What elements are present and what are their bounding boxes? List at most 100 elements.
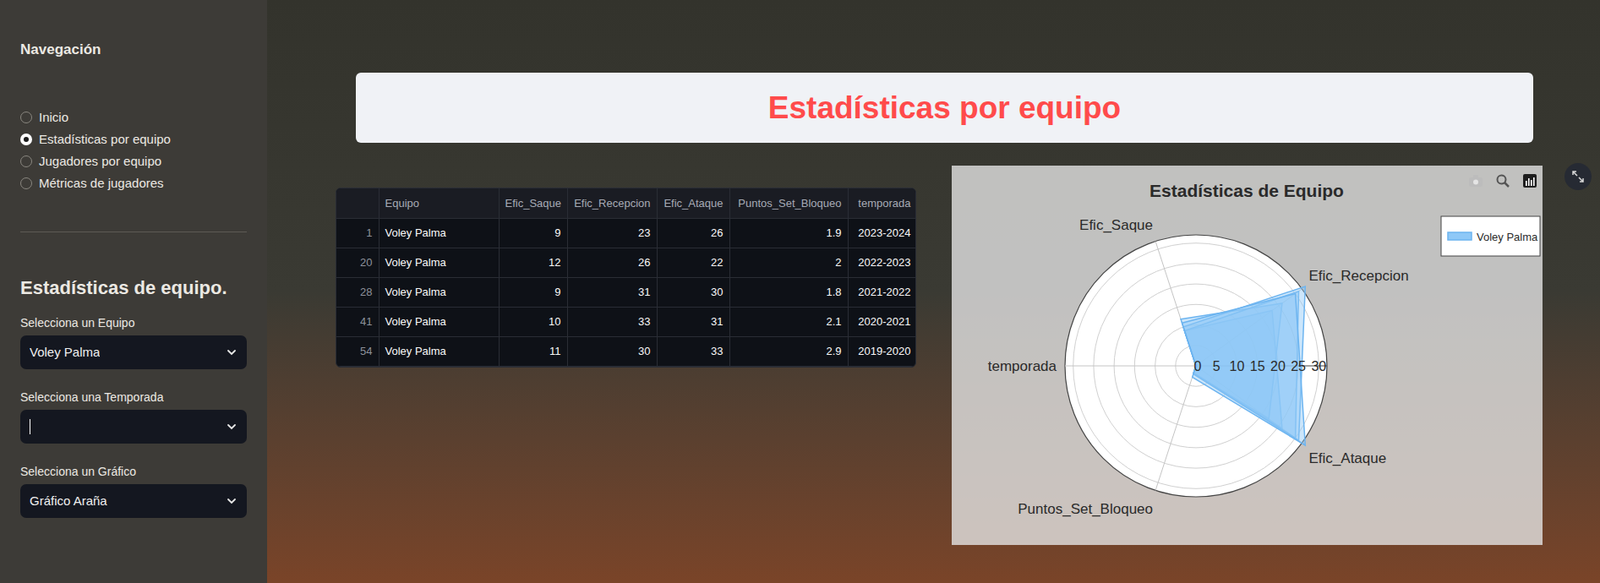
radial-tick: 5	[1212, 359, 1221, 374]
legend-box	[1441, 216, 1540, 257]
table-cell[interactable]: 30	[656, 277, 730, 307]
table-cell[interactable]: 33	[567, 306, 657, 337]
nav-label[interactable]: Jugadores por equipo	[38, 152, 162, 170]
table-cell[interactable]: 12	[498, 247, 568, 278]
table-cell[interactable]: 54	[336, 336, 379, 366]
table-cell[interactable]: 2021-2022	[847, 277, 917, 307]
series-polygon[interactable]	[1182, 294, 1306, 446]
fullscreen-button[interactable]	[1564, 163, 1592, 191]
nav-item[interactable]: Inicio	[20, 108, 247, 127]
select-box[interactable]: Gráfico Araña	[20, 484, 247, 519]
nav-radio-group: Inicio Estadísticas por equipo Jugadores p…	[20, 108, 247, 193]
table-cell[interactable]: 10	[498, 306, 568, 337]
select-box[interactable]: Voley Palma	[20, 335, 247, 370]
select-field: Selecciona un EquipoVoley Palma	[20, 315, 247, 370]
table-cell[interactable]: 41	[336, 306, 379, 337]
column-header[interactable]: Efic_Ataque	[656, 188, 730, 219]
camera-icon[interactable]	[1468, 174, 1483, 187]
nav-item[interactable]: Estadísticas por equipo	[20, 130, 247, 149]
chevron-down-icon[interactable]	[225, 420, 238, 433]
legend-label[interactable]: Voley Palma	[1476, 230, 1539, 244]
table-cell[interactable]: 2023-2024	[847, 218, 917, 248]
zoom-icon[interactable]	[1497, 175, 1510, 188]
table-row[interactable]: 54Voley Palma1130332.92019-2020	[336, 336, 917, 366]
table-cell[interactable]: Voley Palma	[378, 336, 499, 366]
column-header[interactable]: temporada	[847, 188, 917, 219]
text-caret	[29, 419, 31, 435]
table-cell[interactable]: 31	[656, 306, 730, 337]
radial-tick: 15	[1250, 359, 1266, 374]
table-cell[interactable]: Voley Palma	[378, 247, 499, 278]
table-row[interactable]: 28Voley Palma931301.82021-2022	[336, 277, 917, 307]
table-cell[interactable]: 1.9	[729, 218, 848, 248]
plotly-logo-icon[interactable]	[1523, 174, 1537, 188]
column-header[interactable]	[336, 188, 379, 219]
nav-label[interactable]: Estadísticas por equipo	[38, 131, 171, 148]
table-cell[interactable]: 11	[498, 336, 568, 366]
radio-dot[interactable]	[20, 177, 33, 190]
radar-chart-svg[interactable]: Estadísticas de Equipo051015202530Efic_S…	[951, 165, 1543, 546]
axis-label: Efic_Saque	[1079, 217, 1153, 234]
select-field: Selecciona una Temporada	[20, 389, 247, 444]
table-cell[interactable]: 2.9	[729, 336, 848, 366]
radial-tick: 25	[1290, 359, 1306, 374]
nav-label[interactable]: Inicio	[38, 109, 69, 126]
table-cell[interactable]: 31	[567, 277, 657, 307]
radio-dot[interactable]	[20, 133, 33, 146]
table-cell[interactable]: 9	[498, 277, 568, 307]
table-cell[interactable]: 20	[336, 247, 379, 278]
radial-tick: 0	[1194, 359, 1202, 374]
expand-icon[interactable]	[1571, 169, 1585, 184]
select-field: Selecciona un GráficoGráfico Araña	[20, 464, 247, 519]
table-cell[interactable]: 28	[336, 277, 379, 307]
table-body: 1Voley Palma923261.92023-202420Voley Pal…	[336, 218, 917, 366]
axis-label: Efic_Ataque	[1309, 450, 1388, 467]
table-cell[interactable]: 2020-2021	[847, 306, 917, 337]
table-cell[interactable]: Voley Palma	[378, 218, 499, 248]
table-cell[interactable]: 9	[498, 218, 568, 248]
select-box[interactable]	[20, 409, 247, 444]
table-cell[interactable]: 2.1	[729, 306, 848, 337]
radial-tick: 20	[1270, 359, 1286, 374]
table: EquipoEfic_SaqueEfic_RecepcionEfic_Ataqu…	[336, 188, 917, 367]
table-row[interactable]: 41Voley Palma1033312.12020-2021	[336, 306, 917, 337]
app: NavegaciónInicioEstadísticas por equipoJ…	[0, 0, 1600, 583]
axis-line	[1064, 365, 1196, 367]
main-area: Estadísticas por equipoEquipoEfic_SaqueE…	[267, 0, 1600, 583]
select-value[interactable]: Gráfico Araña	[29, 492, 108, 510]
chevron-down-icon[interactable]	[225, 495, 238, 508]
table-cell[interactable]: 26	[567, 247, 657, 278]
select-value[interactable]: Voley Palma	[29, 344, 100, 361]
table-cell[interactable]: Voley Palma	[378, 277, 499, 307]
table-cell[interactable]: 1.8	[729, 277, 848, 307]
nav-item[interactable]: Métricas de jugadores	[20, 174, 247, 193]
table-cell[interactable]: 26	[656, 218, 730, 248]
table-cell[interactable]: 23	[567, 218, 657, 248]
table-cell[interactable]: Voley Palma	[378, 306, 499, 337]
nav-item[interactable]: Jugadores por equipo	[20, 152, 247, 171]
legend-swatch[interactable]	[1447, 232, 1472, 241]
table-header: EquipoEfic_SaqueEfic_RecepcionEfic_Ataqu…	[336, 188, 917, 219]
section-title: Estadísticas de equipo.	[20, 276, 247, 301]
column-header[interactable]: Puntos_Set_Bloqueo	[729, 188, 848, 219]
table-cell[interactable]: 1	[336, 218, 379, 248]
column-header[interactable]: Efic_Saque	[498, 188, 568, 219]
data-table[interactable]: EquipoEfic_SaqueEfic_RecepcionEfic_Ataqu…	[335, 187, 917, 368]
table-cell[interactable]: 2	[729, 247, 848, 278]
table-cell[interactable]: 22	[656, 247, 730, 278]
chevron-down-icon[interactable]	[225, 346, 238, 359]
table-cell[interactable]: 2022-2023	[847, 247, 917, 278]
select-label: Selecciona una Temporada	[20, 389, 247, 405]
table-row[interactable]: 1Voley Palma923261.92023-2024	[336, 218, 917, 248]
table-cell[interactable]: 30	[567, 336, 657, 366]
table-cell[interactable]: 33	[656, 336, 730, 366]
table-cell[interactable]: 2019-2020	[847, 336, 917, 366]
sidebar: NavegaciónInicioEstadísticas por equipoJ…	[0, 0, 268, 583]
column-header[interactable]: Equipo	[378, 188, 499, 219]
nav-label[interactable]: Métricas de jugadores	[38, 174, 164, 192]
table-row[interactable]: 20Voley Palma12262222022-2023	[336, 247, 917, 278]
radio-dot[interactable]	[20, 155, 33, 168]
column-header[interactable]: Efic_Recepcion	[567, 188, 657, 219]
radar-chart[interactable]: Estadísticas de Equipo051015202530Efic_S…	[951, 165, 1543, 546]
radio-dot[interactable]	[20, 111, 33, 124]
